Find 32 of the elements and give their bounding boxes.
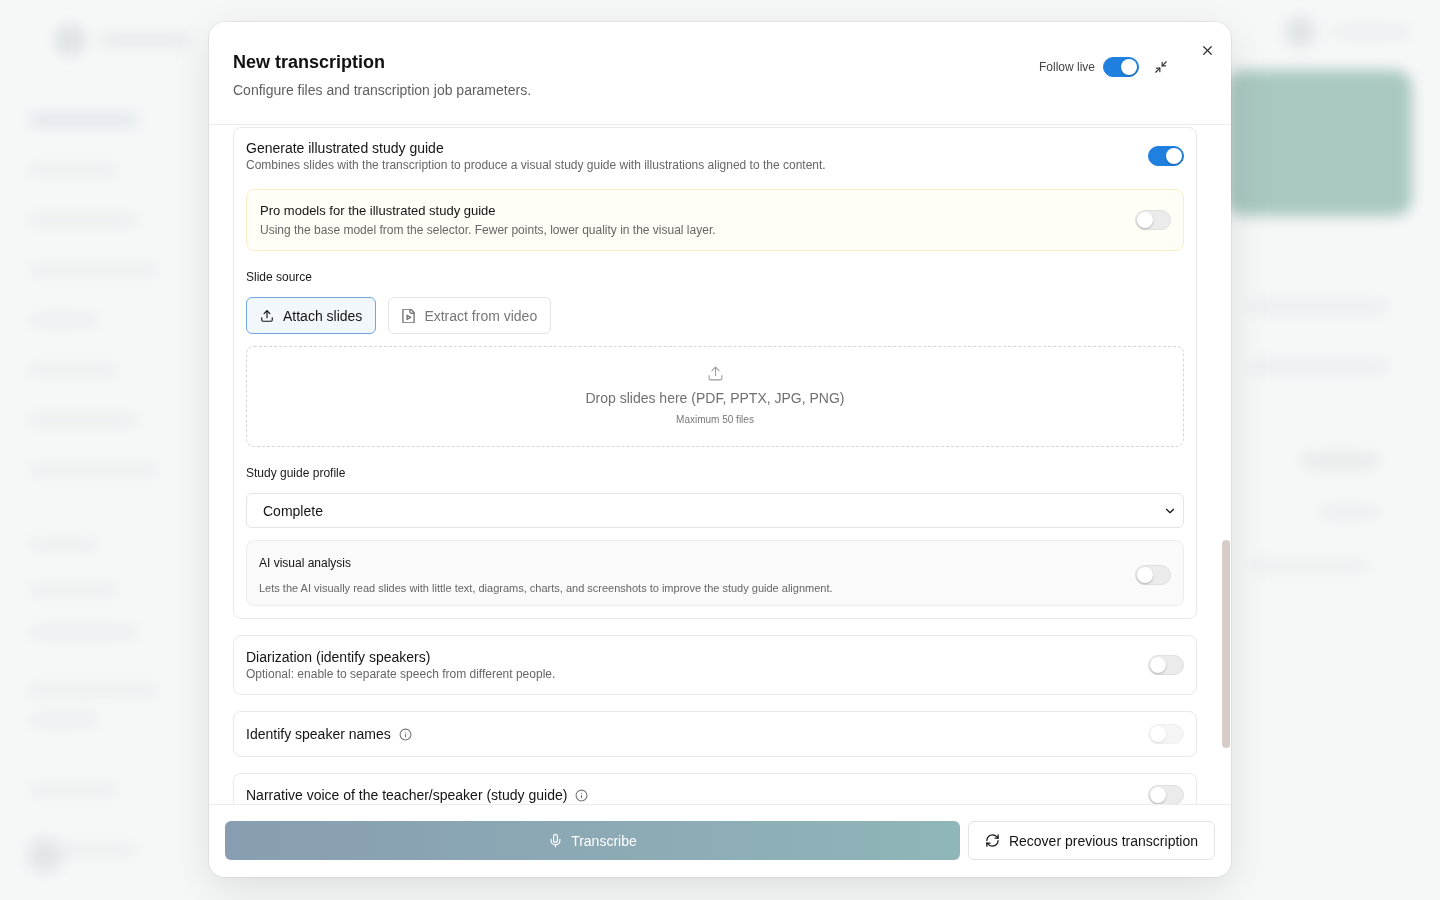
toggle-switch[interactable] [1103,57,1139,77]
upload-icon [706,365,724,382]
info-icon[interactable] [575,788,589,802]
setting-title: Pro models for the illustrated study guide [260,202,497,220]
section-label: Slide source [246,269,314,285]
upload-icon [260,308,274,323]
refresh-icon [984,833,1000,848]
setting-description: Optional: enable to separate speech from different people. [246,666,556,682]
recover-button[interactable]: Recover previous transcription [967,821,1215,860]
section-label: Study guide profile [246,465,347,481]
follow-live-label: Follow live [1039,59,1095,75]
setting-description: Lets the AI visually read slides with little text, diagrams, charts, and screenshots to improve the study guide alignment. [259,581,833,596]
minimize-icon [1154,60,1168,74]
scrollbar-thumb[interactable] [1222,540,1230,748]
drop-zone-text: Drop slides here (PDF, PPTX, JPG, PNG) [585,389,845,407]
dialog-title: New transcription [233,51,387,74]
file-play-icon [402,308,416,323]
setting-title: Generate illustrated study guide [246,139,445,157]
profile-select[interactable]: Complete [246,493,1184,528]
microphone-icon [548,833,564,848]
setting-description: Combines slides with the transcription to produce a visual study guide with illustrations aligned to the content. [246,157,826,173]
setting-title: Diarization (identify speakers) [246,648,431,666]
source-option-button[interactable]: Attach slides [246,297,377,334]
toggle-switch[interactable] [1148,146,1184,166]
drop-zone[interactable]: Drop slides here (PDF, PPTX, JPG, PNG) Maximum 50 files [246,346,1184,447]
source-option-button[interactable]: Extract from video [388,297,552,334]
setting-description: Using the base model from the selector. Fewer points, lower quality in the visual layer. [260,222,716,238]
setting-title: Narrative voice of the teacher/speaker (study guide) [246,786,568,804]
file-limit-note: Maximum 50 files [676,413,754,427]
dialog-subtitle: Configure files and transcription job parameters. [233,81,532,100]
setting-title: AI visual analysis [259,555,353,572]
setting-title: Identify speaker names [246,725,391,743]
